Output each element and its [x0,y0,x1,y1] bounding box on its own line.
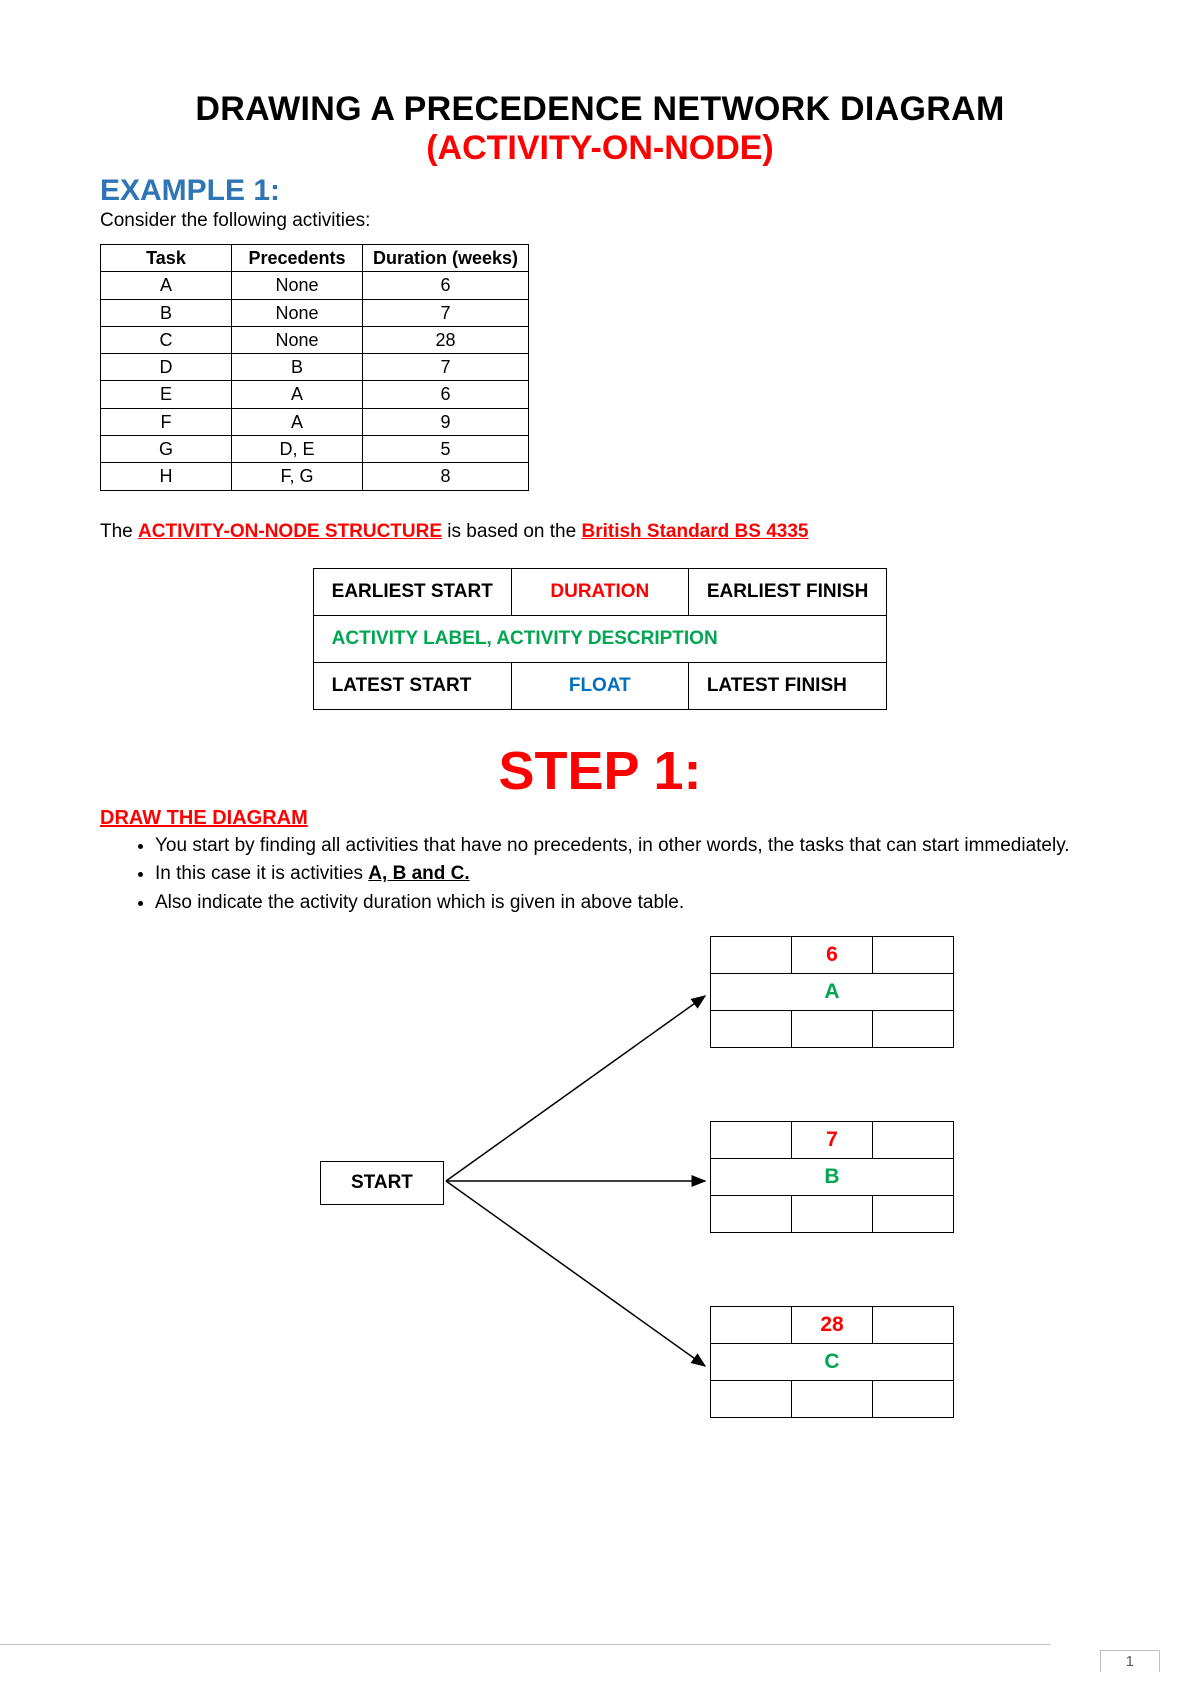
cell-latest-finish: LATEST FINISH [688,662,887,709]
table-row: ANone6 [101,272,529,299]
cell-duration: DURATION [511,568,688,615]
table-row: GD, E5 [101,436,529,463]
page-number: 1 [1100,1650,1160,1672]
col-task: Task [101,245,232,272]
cell-float: FLOAT [511,662,688,709]
col-precedents: Precedents [232,245,363,272]
col-duration: Duration (weeks) [363,245,529,272]
activity-node-c: 28 C [710,1306,954,1418]
list-item: In this case it is activities A, B and C… [155,862,1100,887]
list-item: You start by finding all activities that… [155,834,1100,859]
table-row: HF, G8 [101,463,529,490]
table-row: EA6 [101,381,529,408]
draw-diagram-heading: DRAW THE DIAGRAM [100,807,1100,830]
footer-rule [0,1644,1050,1645]
instruction-list: You start by finding all activities that… [100,834,1100,916]
table-row: CNone28 [101,326,529,353]
list-item: Also indicate the activity duration whic… [155,891,1100,916]
activity-node-a: 6 A [710,936,954,1048]
cell-earliest-finish: EARLIEST FINISH [688,568,887,615]
table-row: DB7 [101,354,529,381]
table-row: BNone7 [101,299,529,326]
cell-earliest-start: EARLIEST START [313,568,511,615]
subtitle: (ACTIVITY-ON-NODE) [100,129,1100,168]
intro-text: Consider the following activities: [100,210,1100,232]
precedence-diagram: START 6 A 7 B 28 C [150,936,1050,1446]
step-heading: STEP 1: [100,740,1100,802]
structure-standard: British Standard BS 4335 [581,521,808,542]
table-row: FA9 [101,408,529,435]
cell-activity-label: ACTIVITY LABEL, ACTIVITY DESCRIPTION [313,615,887,662]
cell-latest-start: LATEST START [313,662,511,709]
main-title: DRAWING A PRECEDENCE NETWORK DIAGRAM [100,90,1100,129]
start-node: START [320,1161,444,1205]
structure-intro: The ACTIVITY-ON-NODE STRUCTURE is based … [100,521,1100,543]
document-page: DRAWING A PRECEDENCE NETWORK DIAGRAM (AC… [0,0,1200,1697]
example-heading: EXAMPLE 1: [100,174,1100,208]
activities-table: Task Precedents Duration (weeks) ANone6 … [100,244,529,491]
node-structure-table: EARLIEST START DURATION EARLIEST FINISH … [313,568,888,710]
structure-term: ACTIVITY-ON-NODE STRUCTURE [138,521,442,542]
activity-node-b: 7 B [710,1121,954,1233]
